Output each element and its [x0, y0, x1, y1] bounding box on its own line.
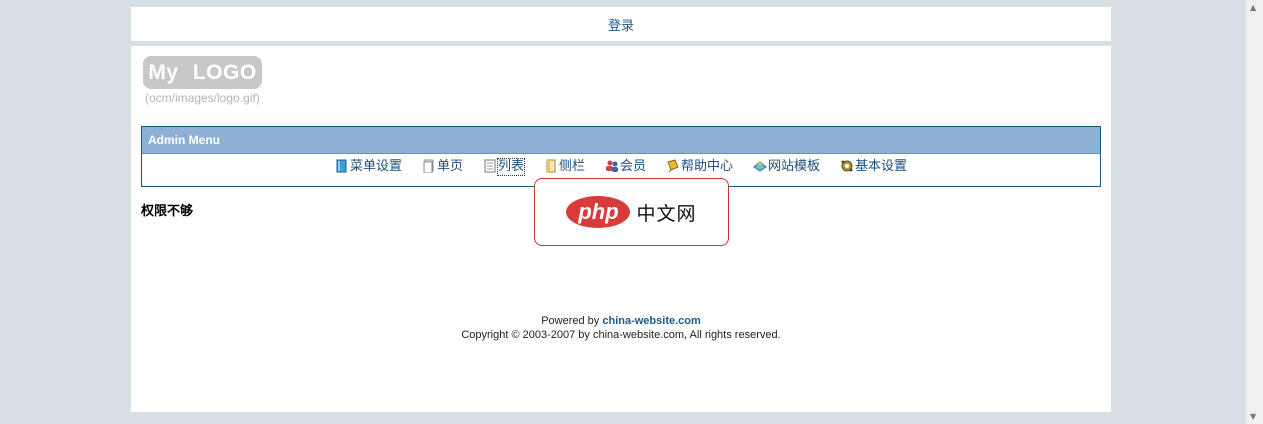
- footer: Powered by china-website.com Copyright ©…: [131, 314, 1111, 342]
- menu-item-sidebar[interactable]: 侧栏: [544, 159, 585, 175]
- permission-denied-message: 权限不够: [141, 204, 194, 219]
- users-icon: [606, 160, 618, 172]
- logo-path-caption: (ocm/images/logo.gif): [145, 91, 260, 105]
- menu-item-label: 单页: [436, 159, 463, 174]
- copyright-text: Copyright © 2003-2007 by china-website.c…: [461, 329, 781, 341]
- scroll-up-arrow-icon[interactable]: ▲: [1250, 3, 1256, 12]
- php-cn-text: 中文网: [636, 202, 697, 225]
- menu-item-list[interactable]: 列表: [483, 158, 525, 176]
- menu-item-members[interactable]: 会员: [605, 159, 646, 175]
- sidebar-icon: [546, 159, 556, 173]
- page-icon: [423, 159, 434, 173]
- menu-item-label: 会员: [620, 159, 647, 174]
- menu-item-help-center[interactable]: 帮助中心: [666, 159, 733, 175]
- menu-item-basic-settings[interactable]: 基本设置: [840, 159, 907, 175]
- template-icon: [753, 161, 767, 172]
- powered-by-prefix: Powered by: [541, 315, 603, 327]
- menu-item-site-templates[interactable]: 网站模板: [753, 159, 820, 175]
- menu-item-menu-settings[interactable]: 菜单设置: [335, 159, 402, 175]
- book-icon: [336, 159, 347, 173]
- help-icon: [667, 159, 679, 173]
- menu-item-label: 侧栏: [558, 159, 585, 174]
- settings-icon: [841, 160, 853, 172]
- powered-by-line: Powered by china-website.com: [131, 314, 1111, 328]
- menu-item-label: 列表: [496, 158, 525, 176]
- top-bar: 登录: [131, 7, 1111, 41]
- menu-item-label: 帮助中心: [681, 159, 734, 174]
- menu-item-label: 网站模板: [768, 159, 821, 174]
- login-link[interactable]: 登录: [608, 15, 634, 34]
- powered-by-link[interactable]: china-website.com: [602, 315, 700, 327]
- scroll-down-arrow-icon[interactable]: ▼: [1250, 412, 1256, 421]
- vertical-scrollbar[interactable]: ▲ ▼: [1245, 0, 1263, 424]
- menu-item-single-page[interactable]: 单页: [422, 159, 463, 175]
- admin-menu-bar: 菜单设置 单页 列表 侧栏 会员 帮助中心 网站模板 基本设置: [142, 158, 1100, 176]
- php-cn-watermark[interactable]: php 中文网: [534, 178, 729, 246]
- list-icon: [484, 159, 496, 173]
- menu-item-label: 基本设置: [855, 159, 908, 174]
- site-logo[interactable]: My LOGO: [143, 56, 262, 89]
- php-logo-badge: php: [566, 196, 631, 228]
- menu-item-label: 菜单设置: [349, 159, 402, 174]
- admin-menu-title: Admin Menu: [142, 127, 1100, 154]
